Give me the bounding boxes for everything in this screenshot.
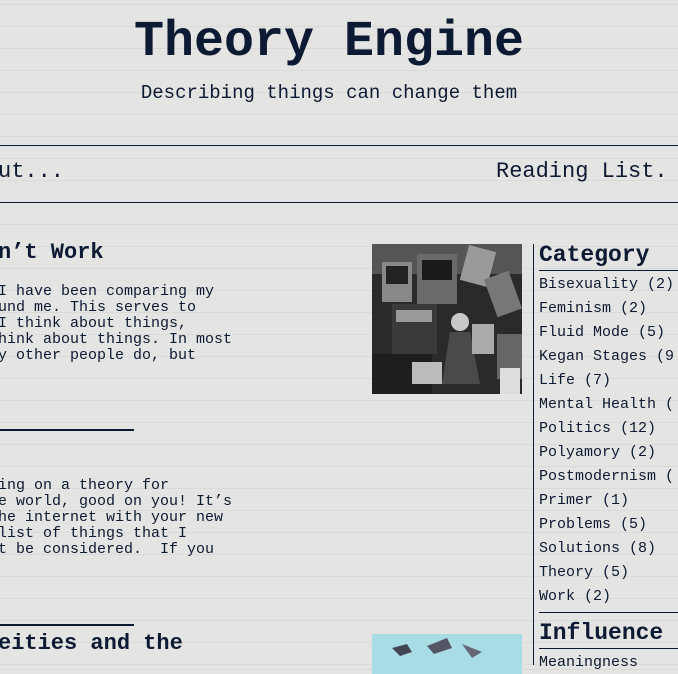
influence-link[interactable]: Meaningness <box>539 654 638 671</box>
nav-top-divider <box>0 145 678 146</box>
category-link[interactable]: Feminism (2) <box>539 300 674 324</box>
nav-bottom-divider <box>0 202 678 203</box>
post-divider <box>0 624 134 626</box>
nav-item-reading-list[interactable]: Reading List. <box>496 159 668 184</box>
category-link[interactable]: Solutions (8) <box>539 540 674 564</box>
site-tagline: Describing things can change them <box>140 82 518 104</box>
post-excerpt: I have been comparing my und me. This se… <box>0 283 233 364</box>
category-link[interactable]: Work (2) <box>539 588 674 612</box>
category-link[interactable]: Theory (5) <box>539 564 674 588</box>
category-link[interactable]: Postmodernism ( <box>539 468 674 492</box>
influences-heading-underline <box>539 648 678 649</box>
category-link[interactable]: Polyamory (2) <box>539 444 674 468</box>
category-list: Bisexuality (2) Feminism (2) Fluid Mode … <box>539 276 674 612</box>
post-thumbnail[interactable] <box>372 244 522 394</box>
site-title[interactable]: Theory Engine <box>0 14 658 71</box>
category-link[interactable]: Kegan Stages (9 <box>539 348 674 372</box>
category-link[interactable]: Mental Health ( <box>539 396 674 420</box>
post-divider <box>0 429 134 431</box>
category-link[interactable]: Politics (12) <box>539 420 674 444</box>
widget-divider <box>539 612 678 613</box>
junk-pile-photo <box>372 244 522 394</box>
nav-item-about[interactable]: ut... <box>0 159 64 184</box>
category-link[interactable]: Life (7) <box>539 372 674 396</box>
category-link[interactable]: Problems (5) <box>539 516 674 540</box>
post-excerpt: ing on a theory for e world, good on you… <box>0 477 233 558</box>
post-title[interactable]: eities and the <box>0 631 183 656</box>
sky-photo <box>372 634 522 674</box>
sidebar-divider <box>533 244 534 665</box>
category-link[interactable]: Bisexuality (2) <box>539 276 674 300</box>
post-title[interactable]: n’t Work <box>0 240 104 265</box>
categories-heading-underline <box>539 270 678 271</box>
category-link[interactable]: Fluid Mode (5) <box>539 324 674 348</box>
categories-heading: Category <box>539 242 650 268</box>
influences-heading: Influence <box>539 620 664 646</box>
category-link[interactable]: Primer (1) <box>539 492 674 516</box>
post-thumbnail[interactable] <box>372 634 522 674</box>
